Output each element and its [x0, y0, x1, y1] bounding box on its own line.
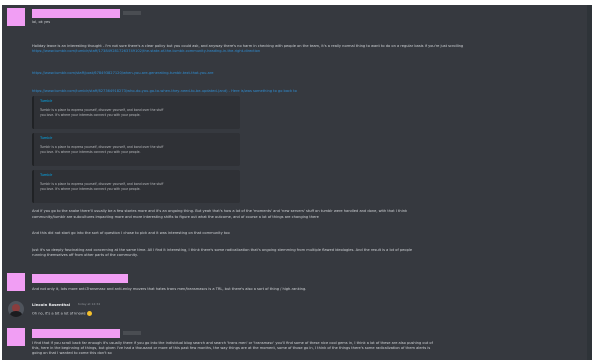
avatar[interactable]	[7, 273, 25, 291]
timestamp	[123, 11, 141, 15]
embed-description: Tumblr is a place to express yourself, d…	[40, 108, 164, 112]
scrollbar[interactable]	[587, 5, 592, 360]
embed-description: you love. It's where your interests conn…	[40, 187, 141, 191]
emoji-icon	[86, 311, 92, 316]
username-redacted[interactable]	[32, 9, 120, 18]
link-embed[interactable]: Tumblr Tumblr is a place to express your…	[32, 170, 240, 203]
message-text: community/tumblr are subcultures impacti…	[32, 215, 319, 219]
embed-title[interactable]: Tumblr	[40, 136, 52, 141]
message-text: And if you go to the snake there'll usua…	[32, 209, 408, 213]
message-text: Oh no, it's a bit a lot of knows	[32, 311, 92, 317]
embed-title[interactable]: Tumblr	[40, 99, 52, 104]
link-embed[interactable]: Tumblr Tumblr is a place to express your…	[32, 96, 240, 129]
embed-description: you love. It's where your interests conn…	[40, 150, 141, 154]
embed-title[interactable]: Tumblr	[40, 173, 52, 178]
link-embed[interactable]: Tumblr Tumblr is a place to express your…	[32, 133, 240, 166]
avatar[interactable]	[7, 328, 25, 346]
chat-message-panel: lol, ok yes Holiday leave is an interest…	[2, 5, 592, 360]
message-text: And this did not start go into the sort …	[32, 231, 230, 235]
embed-description: Tumblr is a place to express yourself, d…	[40, 145, 164, 149]
username[interactable]: Lincoln Rosenthal	[32, 302, 70, 307]
embed-description: you love. It's where your interests conn…	[40, 113, 141, 117]
message-link[interactable]: https://www.tumblr.com/tumblr/staff/1738…	[32, 49, 588, 54]
message-text: running themselves off from other parts …	[32, 253, 138, 257]
username-redacted[interactable]	[32, 329, 120, 338]
message-link[interactable]: https://www.tumblr.com/tumblr/staff/8273…	[32, 89, 432, 94]
message-body: Oh no, it's a bit a lot of knows	[32, 311, 86, 316]
timestamp	[123, 331, 141, 335]
avatar[interactable]	[7, 8, 25, 26]
message-text: And not only it, lots more anti-Transmas…	[32, 287, 307, 291]
timestamp: today at 12:34	[78, 302, 101, 306]
username-redacted[interactable]	[32, 274, 128, 283]
message-link[interactable]: https://www.tumblr.com/staff/post/678493…	[32, 71, 332, 76]
message-text: going on that I wanted to come this don'…	[32, 351, 112, 355]
message-text: lol, ok yes	[32, 20, 51, 24]
embed-description: Tumblr is a place to express yourself, d…	[40, 182, 164, 186]
avatar[interactable]	[8, 301, 24, 317]
